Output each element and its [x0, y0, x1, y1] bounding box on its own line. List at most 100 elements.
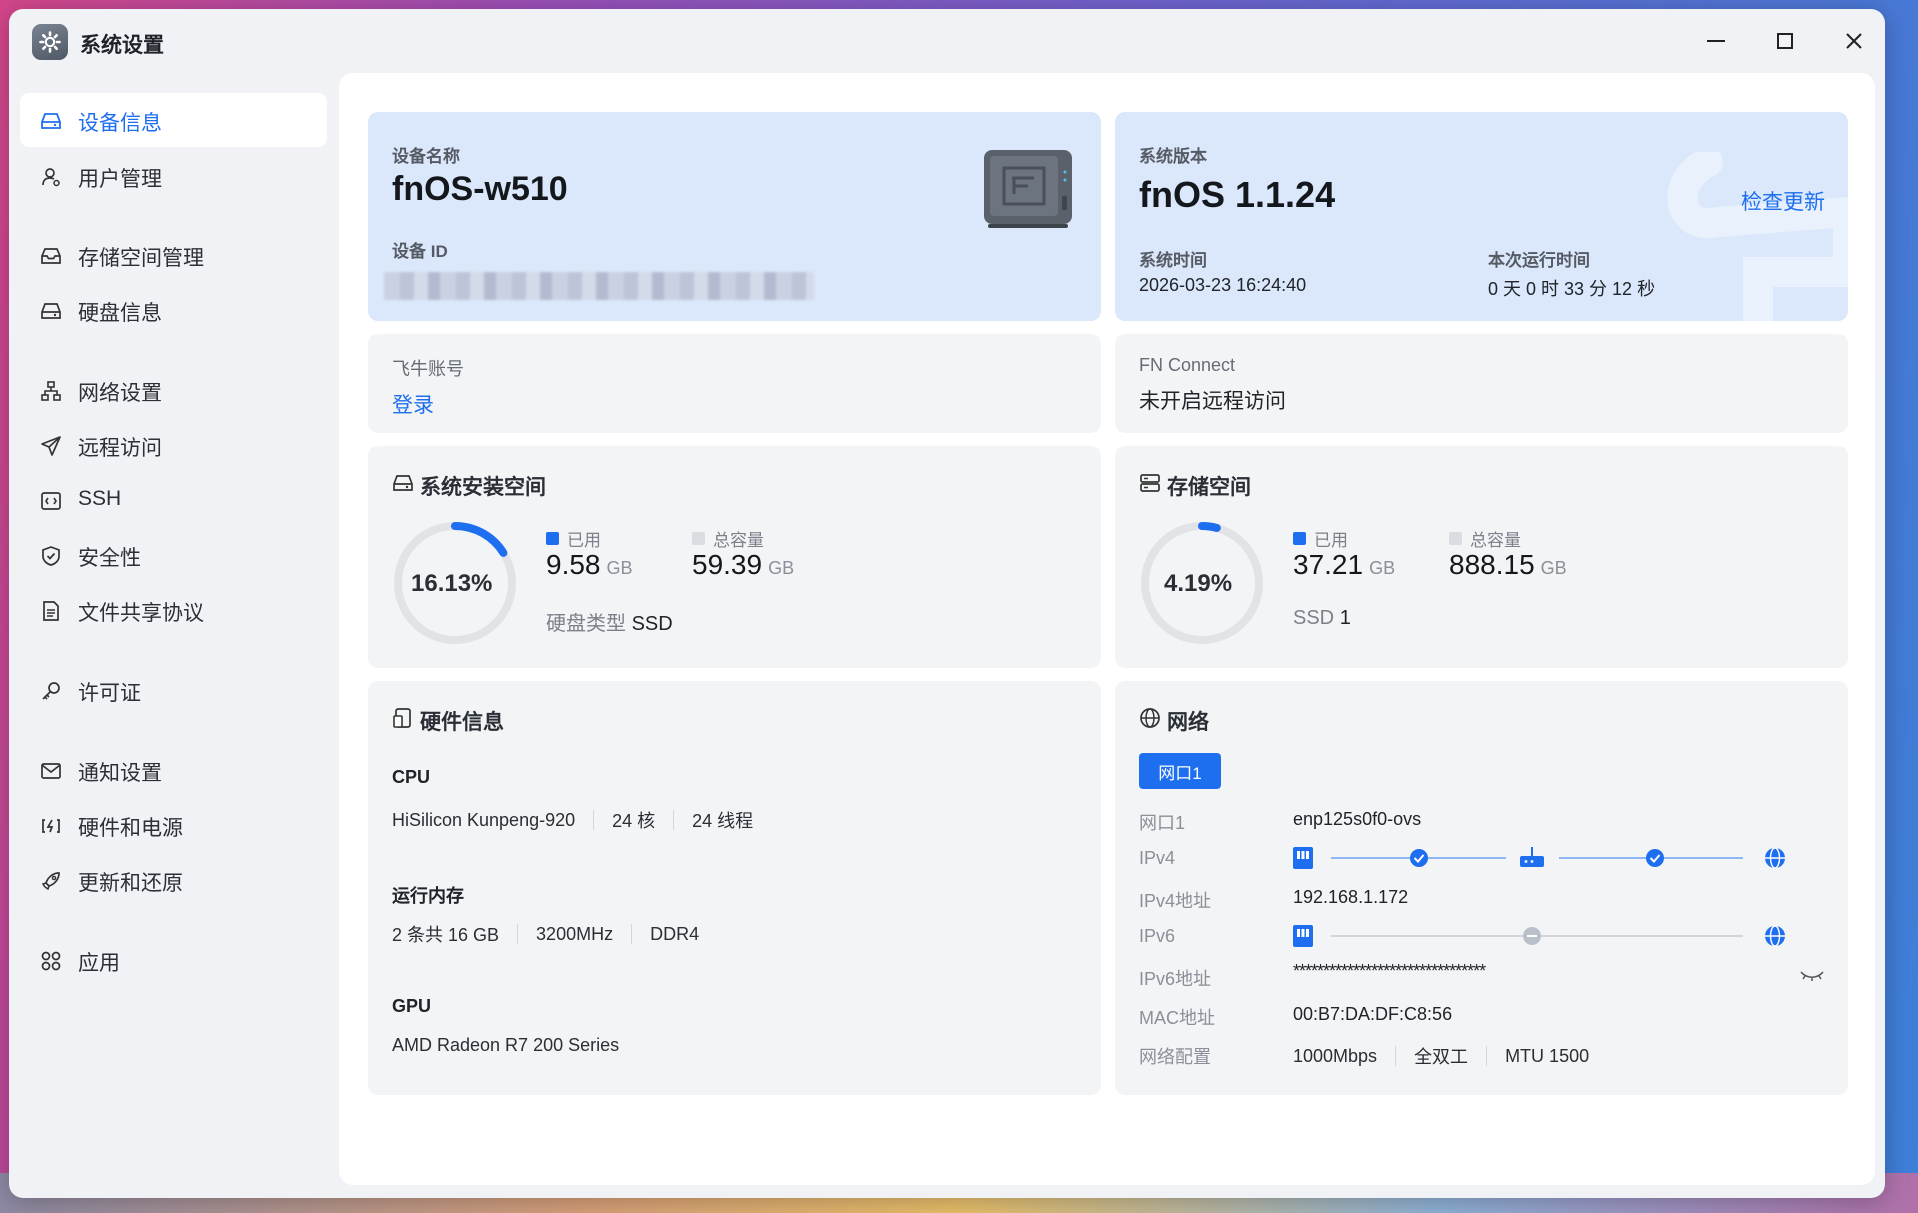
gpu-model: AMD Radeon R7 200 Series [392, 1035, 620, 1055]
storage-space-title-text: 存储空间 [1167, 476, 1251, 499]
pending-node-icon [1523, 927, 1541, 945]
sidebar-item-label: 存储空间管理 [78, 247, 204, 270]
sidebar-item-label: 用户管理 [78, 168, 162, 191]
storage-icon [40, 245, 62, 267]
uptime-label: 本次运行时间 [1488, 251, 1590, 270]
minimize-button[interactable] [1696, 23, 1736, 59]
sidebar-item-device-info[interactable]: 设备信息 [20, 93, 327, 147]
main-content: 设备名称 fnOS-w510 设备 ID 系统版本 fnOS 1.1.24 检查… [339, 73, 1875, 1185]
network-config-row: 1000Mbps 全双工 MTU 1500 [1293, 1043, 1589, 1069]
nas-device-icon [982, 148, 1074, 235]
used-legend: 已用 [1293, 526, 1348, 551]
memory-size: 2 条共 16 GB [392, 925, 500, 945]
ipv4-address: 192.168.1.172 [1293, 887, 1409, 907]
network-title-text: 网络 [1167, 711, 1209, 734]
cpu-cores: 24 核 [612, 811, 656, 831]
sidebar-item-network[interactable]: 网络设置 [20, 363, 327, 417]
gpu-row: AMD Radeon R7 200 Series [392, 1035, 619, 1056]
ipv6-connection-diagram [1293, 925, 1785, 947]
storage-space-card: 存储空间 4.19% 已用 总容量 37.21 GB 888.15 GB SSD 1 [1115, 446, 1848, 668]
ipv6-address-masked: ******************************** [1293, 961, 1486, 981]
title-bar: 系统设置 [9, 9, 1885, 71]
sidebar-item-apps[interactable]: 应用 [20, 933, 327, 987]
sidebar-item-ssh[interactable]: SSH [20, 473, 327, 527]
sidebar-item-label: 许可证 [78, 682, 141, 705]
cpu-threads: 24 线程 [692, 811, 754, 831]
device-drive-icon [40, 110, 62, 132]
device-id-blurred [384, 272, 814, 300]
cpu-model: HiSilicon Kunpeng-920 [392, 809, 576, 830]
memory-speed: 3200MHz [536, 923, 614, 944]
link-speed: 1000Mbps [1293, 1045, 1378, 1066]
system-version: fnOS 1.1.24 [1139, 174, 1336, 215]
network-card: 网络 网口1 网口1 enp125s0f0-ovs IPv4 IPv4地址 19… [1115, 681, 1848, 1095]
memory-label: 运行内存 [392, 886, 464, 906]
sidebar-item-storage[interactable]: 存储空间管理 [20, 228, 327, 282]
sidebar: 设备信息 用户管理 存储空间管理 硬盘信息 网络设置 远程访问 SSH 安全性 [9, 71, 338, 1198]
fn-connect-status: 未开启远程访问 [1139, 390, 1286, 413]
device-card: 设备名称 fnOS-w510 设备 ID [368, 112, 1101, 321]
install-space-card: 系统安装空间 16.13% 已用 总容量 9.58 GB 59.39 GB 硬盘类型… [368, 446, 1101, 668]
gpu-label: GPU [392, 996, 432, 1016]
port-label: 网口1 [1139, 813, 1186, 833]
mail-icon [40, 760, 62, 782]
install-total-value: 59.39 GB [692, 549, 795, 580]
shield-icon [40, 545, 62, 567]
sidebar-item-security[interactable]: 安全性 [20, 528, 327, 582]
sidebar-item-file-sharing[interactable]: 文件共享协议 [20, 583, 327, 637]
mtu: MTU 1500 [1505, 1045, 1590, 1066]
duplex-mode: 全双工 [1414, 1047, 1469, 1067]
sidebar-item-hardware-power[interactable]: 硬件和电源 [20, 798, 327, 852]
file-icon [40, 600, 62, 622]
fn-connect-label: FN Connect [1139, 355, 1236, 375]
check-update-link[interactable]: 检查更新 [1741, 186, 1825, 216]
port-device-icon [1293, 847, 1313, 869]
check-icon [1646, 849, 1664, 867]
storage-used-value: 37.21 GB [1293, 549, 1396, 580]
drive-icon [392, 472, 414, 500]
sidebar-item-label: 远程访问 [78, 437, 162, 460]
close-button[interactable] [1834, 23, 1874, 59]
sidebar-item-label: 硬件和电源 [78, 817, 183, 840]
disk-icon [40, 300, 62, 322]
ssh-icon [40, 490, 62, 512]
sidebar-item-user-management[interactable]: 用户管理 [20, 149, 327, 203]
tab-port-1[interactable]: 网口1 [1139, 753, 1221, 789]
power-icon [40, 815, 62, 837]
sidebar-item-notifications[interactable]: 通知设置 [20, 743, 327, 797]
rocket-icon [40, 870, 62, 892]
sidebar-item-disk-info[interactable]: 硬盘信息 [20, 283, 327, 337]
sidebar-item-label: 安全性 [78, 547, 141, 570]
ipv6-label: IPv6 [1139, 926, 1176, 946]
memory-type: DDR4 [650, 923, 700, 944]
network-title: 网络 [1139, 706, 1209, 736]
hardware-title: 硬件信息 [392, 706, 504, 736]
sidebar-item-remote-access[interactable]: 远程访问 [20, 418, 327, 472]
install-space-title-text: 系统安装空间 [420, 476, 546, 499]
sidebar-item-update-restore[interactable]: 更新和还原 [20, 853, 327, 907]
port-device-icon [1293, 925, 1313, 947]
fnos-watermark-logo [1667, 152, 1848, 321]
globe-icon [1139, 707, 1161, 735]
install-used-value: 9.58 GB [546, 549, 633, 580]
system-time: 2026-03-23 16:24:40 [1139, 275, 1307, 295]
storage-usage-percent: 4.19% [1164, 570, 1233, 597]
maximize-button[interactable] [1765, 23, 1805, 59]
sidebar-item-license[interactable]: 许可证 [20, 663, 327, 717]
storage-space-title: 存储空间 [1139, 471, 1251, 501]
system-time-label: 系统时间 [1139, 251, 1207, 270]
user-icon [40, 166, 62, 188]
eye-hidden-icon[interactable] [1799, 967, 1825, 990]
ipv6-address-label: IPv6地址 [1139, 969, 1212, 989]
hardware-title-text: 硬件信息 [420, 711, 504, 734]
fn-connect-card: FN Connect 未开启远程访问 [1115, 334, 1848, 433]
hardware-card: 硬件信息 CPU HiSilicon Kunpeng-920 24 核 24 线… [368, 681, 1101, 1095]
internet-globe-icon [1765, 847, 1785, 869]
sidebar-item-label: 网络设置 [78, 382, 162, 405]
login-link[interactable]: 登录 [392, 389, 434, 419]
settings-gear-icon [32, 24, 68, 60]
sidebar-item-label: SSH [78, 487, 122, 510]
ipv4-label: IPv4 [1139, 848, 1176, 868]
account-label: 飞牛账号 [392, 359, 464, 379]
router-icon [1520, 847, 1544, 867]
